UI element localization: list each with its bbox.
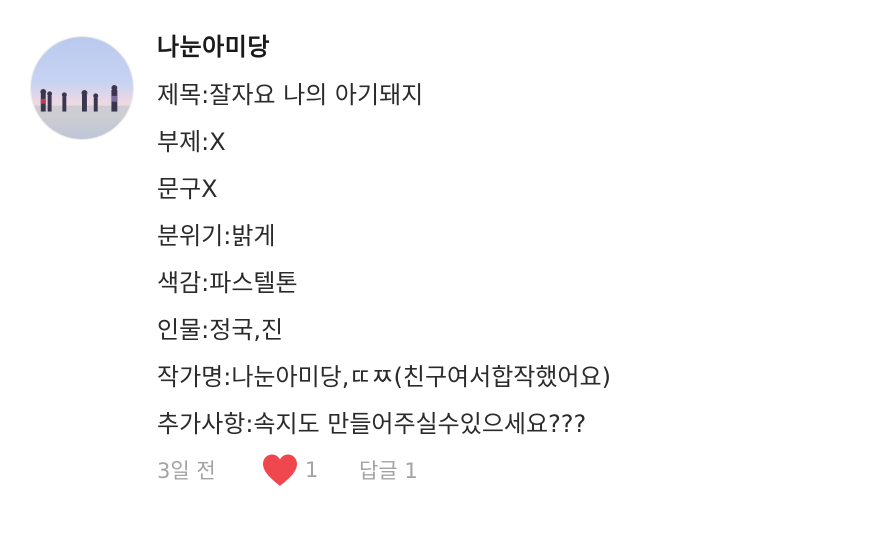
comment-line-characters: 인물:정국,진 — [157, 316, 284, 344]
comment-line-mood: 분위기:밝게 — [157, 222, 276, 250]
like-count: 1 — [305, 458, 319, 482]
comment-body: 나눈아미당 제목:잘자요 나의 아기돼지 부제:X 문구X 분위기:밝게 색감:… — [157, 28, 877, 448]
avatar-photo — [31, 37, 133, 139]
comment-line-author: 작가명:나눈아미당,ㄸㅉ(친구여서합작했어요) — [157, 363, 611, 391]
comment-text: 제목:잘자요 나의 아기돼지 부제:X 문구X 분위기:밝게 색감:파스텔톤 인… — [157, 72, 877, 448]
comment-line-phrase: 문구X — [157, 175, 218, 203]
comment-line-color: 색감:파스텔톤 — [157, 269, 298, 297]
comment-line-extra: 추가사항:속지도 만들어주실수있으세요??? — [157, 410, 587, 438]
timestamp: 3일 전 — [157, 459, 216, 483]
comment-line-title: 제목:잘자요 나의 아기돼지 — [157, 81, 424, 109]
author-name[interactable]: 나눈아미당 — [157, 28, 877, 66]
reply-button[interactable]: 답글 1 — [359, 455, 418, 485]
heart-icon — [263, 454, 297, 486]
comment-meta: 3일 전 1 답글 1 — [157, 448, 418, 492]
comment-item: 나눈아미당 제목:잘자요 나의 아기돼지 부제:X 문구X 분위기:밝게 색감:… — [0, 0, 890, 534]
comment-line-subtitle: 부제:X — [157, 128, 226, 156]
avatar[interactable] — [30, 36, 134, 140]
like-button[interactable]: 1 — [261, 453, 359, 487]
